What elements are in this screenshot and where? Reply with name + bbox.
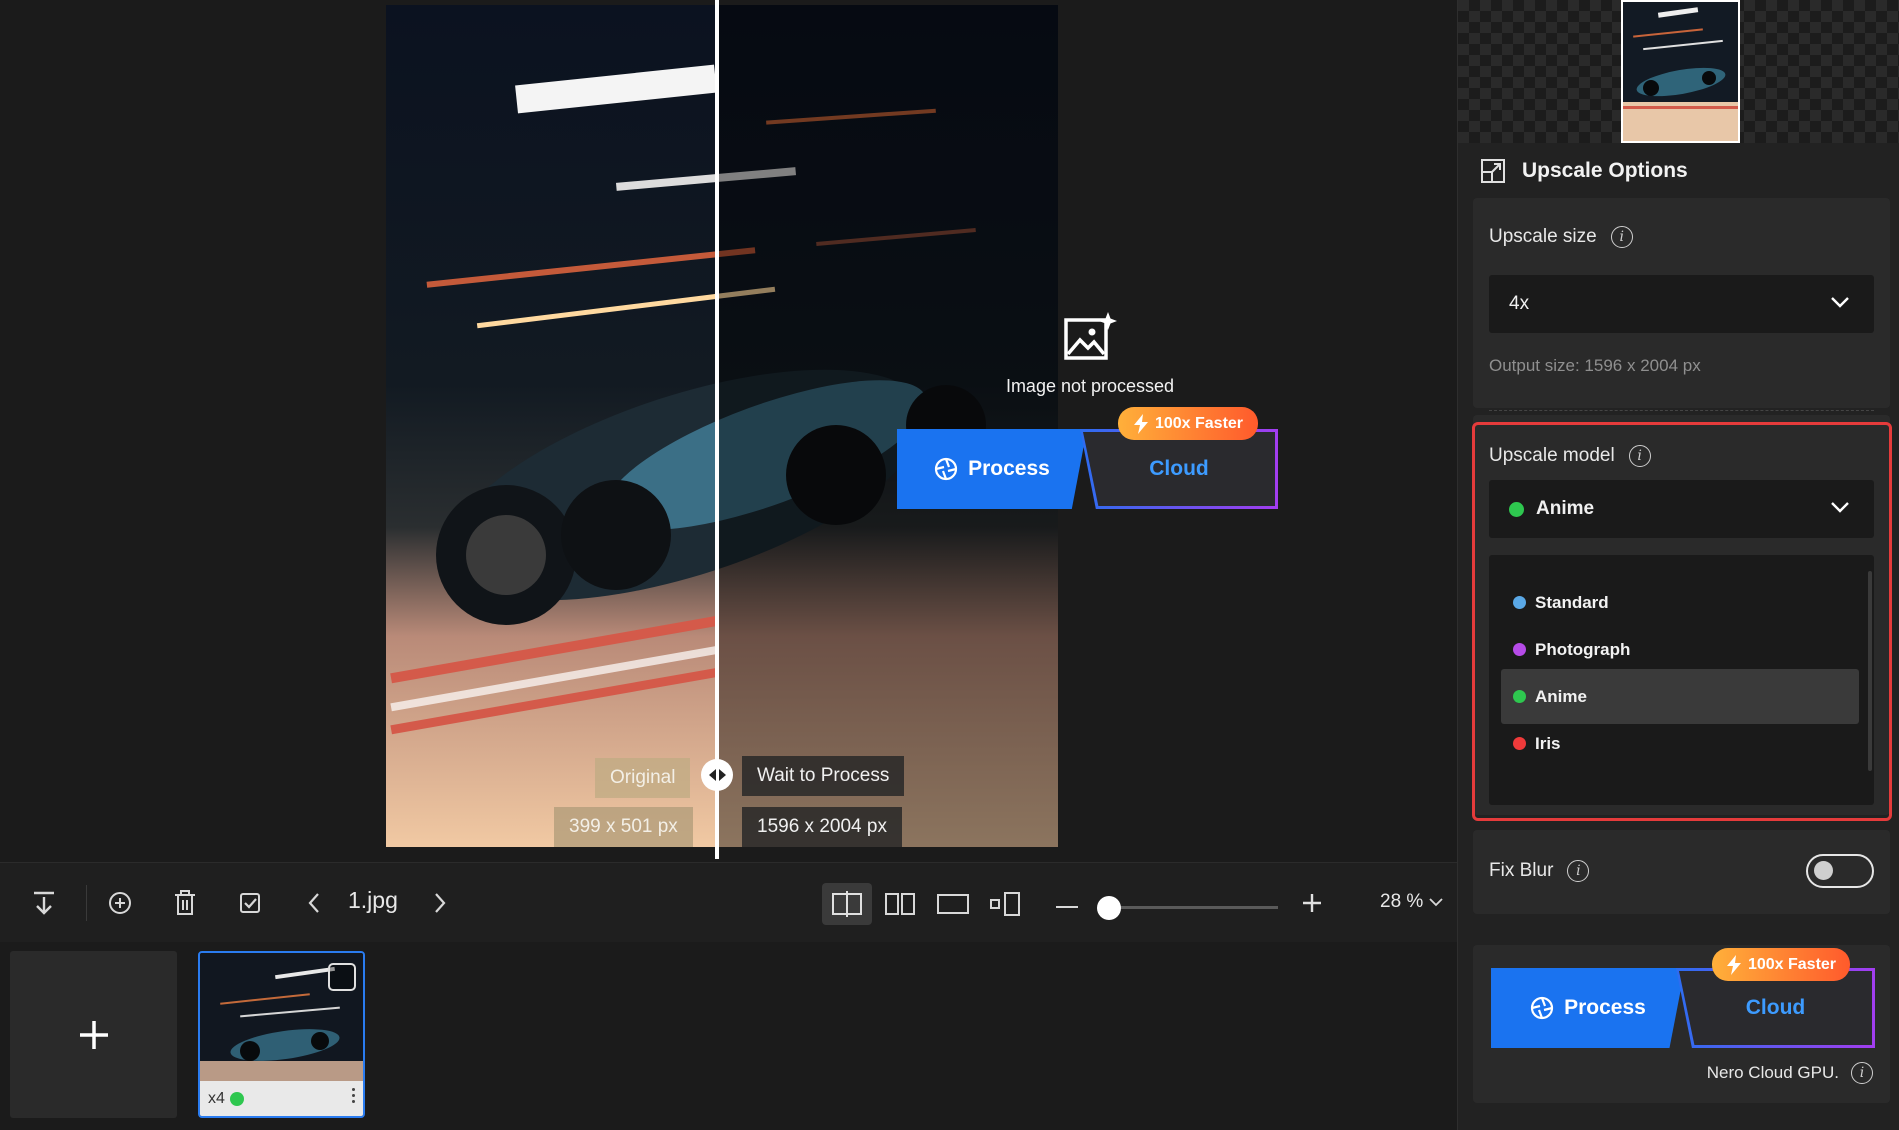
image-canvas[interactable]: Original 399 x 501 px Wait to Process 15… (0, 0, 1457, 859)
zoom-slider-handle[interactable] (1096, 896, 1121, 920)
thumbnail-view-icon[interactable] (981, 883, 1031, 925)
plus-icon (79, 1020, 108, 1049)
fix-blur-label: Fix Blur (1489, 860, 1554, 881)
chevron-right-icon[interactable] (418, 881, 462, 925)
processed-size-label: 1596 x 2004 px (742, 807, 902, 847)
original-image (386, 5, 717, 847)
info-icon[interactable]: i (1567, 860, 1590, 882)
lightning-icon (1726, 954, 1741, 975)
faster-badge: 100x Faster (1118, 407, 1258, 440)
panel-process-button[interactable]: Process (1491, 968, 1685, 1048)
zoom-dropdown[interactable]: 28 % (1380, 891, 1443, 913)
faster-badge-text: 100x Faster (1154, 414, 1244, 432)
preview-viewport[interactable] (1621, 0, 1740, 143)
upscale-size-value: 4x (1509, 293, 1530, 314)
bottom-toolbar: 1.jpg 28 % (0, 862, 1457, 942)
nero-gpu-text: Nero Cloud GPU. (1706, 1063, 1839, 1082)
output-size-text: Output size: 1596 x 2004 px (1489, 356, 1701, 375)
add-circle-icon[interactable] (98, 881, 142, 925)
image-strip: x4 (0, 942, 1457, 1130)
compare-slider-handle[interactable] (701, 759, 733, 791)
more-options-icon[interactable] (352, 1088, 355, 1103)
wait-to-process-label: Wait to Process (742, 756, 905, 796)
panel-title: Upscale Options (1522, 159, 1688, 182)
canvas-process-button[interactable]: Process (897, 429, 1087, 509)
process-label: Process (1564, 996, 1646, 1019)
trash-icon[interactable] (163, 881, 207, 925)
aperture-icon (1531, 996, 1554, 1020)
lightning-icon (1133, 413, 1148, 434)
not-processed-notice: Image not processed (990, 310, 1190, 397)
not-processed-text: Image not processed (1005, 376, 1175, 396)
upscale-size-select[interactable]: 4x (1489, 275, 1874, 333)
upscale-size-card: Upscale size i 4x Output size: 1596 x 20… (1473, 198, 1890, 411)
add-image-button[interactable] (10, 951, 177, 1118)
zoom-value: 28 % (1380, 891, 1424, 912)
upscale-size-label-row: Upscale size i (1489, 226, 1633, 248)
model-highlight-outline (1472, 422, 1892, 821)
upscale-size-label: Upscale size (1489, 226, 1597, 247)
image-sparkle-icon (1064, 312, 1117, 360)
process-label: Process (968, 457, 1050, 480)
upscale-icon (1481, 159, 1505, 183)
download-icon[interactable] (22, 881, 66, 925)
divider (1489, 410, 1874, 411)
side-by-side-icon[interactable] (875, 883, 925, 925)
chevron-down-icon (1831, 297, 1849, 308)
aperture-icon (935, 457, 958, 481)
status-dot (229, 1091, 244, 1106)
original-size-label: 399 x 501 px (554, 807, 693, 847)
thumbnail-checkbox[interactable] (328, 963, 356, 991)
thumbnail-footer: x4 (200, 1081, 363, 1116)
cloud-label: Cloud (1679, 971, 1872, 1045)
nero-cloud-gpu-note: Nero Cloud GPU. i (1707, 1062, 1873, 1084)
fix-blur-label-row: Fix Blur i (1489, 860, 1590, 882)
split-view-icon[interactable] (822, 883, 872, 925)
compare-divider[interactable] (715, 0, 719, 859)
faster-badge: 100x Faster (1712, 948, 1850, 981)
toolbar-separator (86, 885, 87, 921)
app-window: Original 399 x 501 px Wait to Process 15… (0, 0, 1899, 1130)
chevron-left-icon[interactable] (292, 881, 336, 925)
processed-image-preview (717, 5, 1058, 847)
info-icon[interactable]: i (1851, 1062, 1873, 1084)
canvas-cloud-button[interactable]: Cloud (1080, 429, 1278, 509)
cloud-label: Cloud (1083, 432, 1275, 506)
chevron-down-icon (1428, 898, 1443, 907)
zoom-slider[interactable] (1100, 906, 1278, 909)
original-label: Original (595, 758, 691, 798)
select-all-icon[interactable] (228, 881, 272, 925)
thumbnail-scale: x4 (208, 1089, 225, 1107)
faster-badge-text: 100x Faster (1747, 955, 1837, 973)
info-icon[interactable]: i (1610, 226, 1633, 248)
single-view-icon[interactable] (928, 883, 978, 925)
zoom-out-button[interactable] (1056, 906, 1078, 908)
fix-blur-card: Fix Blur i (1473, 830, 1890, 914)
upscale-options-header: Upscale Options (1480, 158, 1688, 184)
zoom-in-icon[interactable] (1290, 881, 1334, 925)
file-name: 1.jpg (348, 887, 398, 913)
image-thumbnail[interactable]: x4 (198, 951, 365, 1118)
fix-blur-toggle[interactable] (1806, 854, 1874, 888)
